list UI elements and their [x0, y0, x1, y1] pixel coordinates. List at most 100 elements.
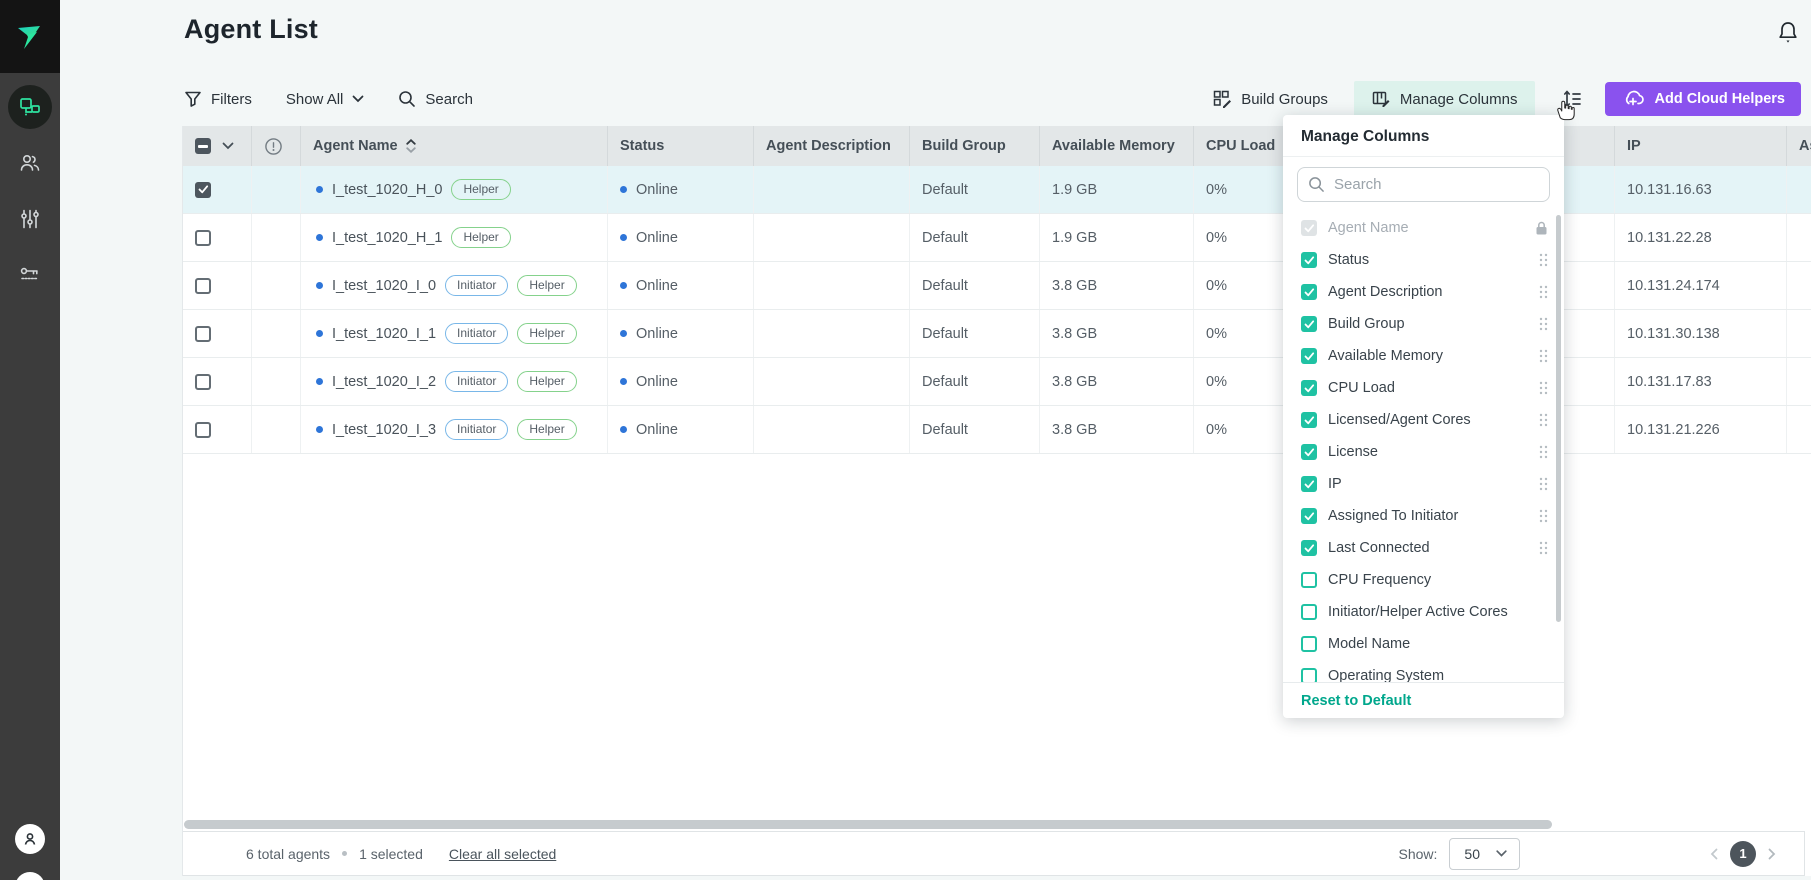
panel-search-box[interactable] [1297, 167, 1550, 202]
column-checkbox-checked[interactable] [1301, 540, 1317, 556]
filters-button[interactable]: Filters [184, 90, 252, 108]
column-checkbox-checked[interactable] [1301, 412, 1317, 428]
row-checkbox[interactable] [195, 422, 211, 438]
row-density-button[interactable] [1561, 88, 1583, 110]
column-checkbox-checked[interactable] [1301, 380, 1317, 396]
sidebar-item-agents[interactable] [8, 85, 52, 129]
add-cloud-helpers-button[interactable]: Add Cloud Helpers [1605, 82, 1801, 116]
row-checkbox[interactable] [195, 326, 211, 342]
group-text: Default [922, 326, 968, 342]
drag-handle-icon[interactable] [1539, 541, 1548, 555]
brand-logo[interactable] [0, 0, 60, 73]
check-icon [198, 185, 209, 194]
column-header-name[interactable]: Agent Name [301, 126, 608, 166]
secondary-avatar[interactable] [15, 872, 45, 880]
page-number-button[interactable]: 1 [1730, 841, 1756, 867]
drag-handle-icon[interactable] [1539, 317, 1548, 331]
table-row[interactable]: I_test_1020_I_1InitiatorHelperOnlineDefa… [183, 310, 1811, 358]
show-all-label: Show All [286, 91, 344, 108]
prev-page-button[interactable] [1710, 848, 1718, 860]
agent-name-text[interactable]: I_test_1020_H_1 [332, 230, 442, 246]
select-all-checkbox[interactable] [195, 138, 211, 154]
column-toggle-item[interactable]: License [1283, 436, 1564, 468]
item-trailing [1539, 509, 1548, 523]
column-toggle-item[interactable]: IP [1283, 468, 1564, 500]
clear-selected-link[interactable]: Clear all selected [449, 846, 556, 862]
drag-handle-icon[interactable] [1539, 381, 1548, 395]
filters-label: Filters [211, 91, 252, 108]
cell-alert [252, 214, 301, 261]
column-checkbox-unchecked[interactable] [1301, 572, 1317, 588]
reset-to-default-link[interactable]: Reset to Default [1301, 693, 1411, 709]
column-checkbox-unchecked[interactable] [1301, 604, 1317, 620]
cell-mem: 3.8 GB [1040, 310, 1194, 357]
table-row[interactable]: I_test_1020_I_3InitiatorHelperOnlineDefa… [183, 406, 1811, 454]
sidebar-item-settings[interactable] [8, 197, 52, 241]
cell-ip: 10.131.17.83 [1615, 358, 1787, 405]
cell-ip: 10.131.22.28 [1615, 214, 1787, 261]
column-toggle-item[interactable]: CPU Frequency [1283, 564, 1564, 596]
table-row[interactable]: I_test_1020_I_2InitiatorHelperOnlineDefa… [183, 358, 1811, 406]
column-toggle-item[interactable]: Build Group [1283, 308, 1564, 340]
agent-name-text[interactable]: I_test_1020_I_0 [332, 278, 436, 294]
page-size-select[interactable]: 50 [1449, 838, 1520, 870]
column-toggle-item[interactable]: Agent Name [1283, 212, 1564, 244]
group-text: Default [922, 182, 968, 198]
row-checkbox[interactable] [195, 230, 211, 246]
column-toggle-item[interactable]: Licensed/Agent Cores [1283, 404, 1564, 436]
sidebar-item-licenses[interactable] [8, 253, 52, 297]
panel-scrollbar-thumb[interactable] [1556, 215, 1561, 622]
column-toggle-item[interactable]: Agent Description [1283, 276, 1564, 308]
chevron-right-icon [1768, 848, 1776, 860]
column-checkbox-checked[interactable] [1301, 252, 1317, 268]
column-checkbox-unchecked[interactable] [1301, 636, 1317, 652]
row-checkbox[interactable] [195, 182, 211, 198]
build-groups-button[interactable]: Build Groups [1213, 90, 1328, 109]
column-checkbox-checked[interactable] [1301, 476, 1317, 492]
drag-handle-icon[interactable] [1539, 477, 1548, 491]
column-toggle-item[interactable]: Model Name [1283, 628, 1564, 660]
agent-name-text[interactable]: I_test_1020_I_1 [332, 326, 436, 342]
build-groups-icon [1213, 90, 1232, 109]
column-toggle-item[interactable]: Available Memory [1283, 340, 1564, 372]
horizontal-scrollbar[interactable] [184, 817, 1804, 831]
table-row[interactable]: I_test_1020_H_0HelperOnlineDefault1.9 GB… [183, 166, 1811, 214]
column-toggle-item[interactable]: Status [1283, 244, 1564, 276]
row-checkbox[interactable] [195, 278, 211, 294]
column-checkbox-unchecked[interactable] [1301, 668, 1317, 682]
drag-handle-icon[interactable] [1539, 285, 1548, 299]
horizontal-scrollbar-thumb[interactable] [184, 820, 1552, 829]
column-checkbox-checked[interactable] [1301, 508, 1317, 524]
column-toggle-item[interactable]: Operating System [1283, 660, 1564, 682]
panel-search-input[interactable] [1334, 176, 1539, 193]
sort-icon[interactable] [406, 139, 416, 153]
column-checkbox-checked[interactable] [1301, 284, 1317, 300]
column-toggle-item[interactable]: Assigned To Initiator [1283, 500, 1564, 532]
drag-handle-icon[interactable] [1539, 445, 1548, 459]
agent-name-text[interactable]: I_test_1020_H_0 [332, 182, 442, 198]
user-avatar[interactable] [15, 824, 45, 854]
column-checkbox-checked[interactable] [1301, 444, 1317, 460]
manage-columns-button[interactable]: Manage Columns [1354, 81, 1536, 117]
table-row[interactable]: I_test_1020_H_1HelperOnlineDefault1.9 GB… [183, 214, 1811, 262]
notifications-button[interactable] [1776, 20, 1800, 51]
search-button[interactable]: Search [398, 90, 473, 108]
drag-handle-icon[interactable] [1539, 509, 1548, 523]
drag-handle-icon[interactable] [1539, 349, 1548, 363]
column-checkbox-checked[interactable] [1301, 316, 1317, 332]
drag-handle-icon[interactable] [1539, 253, 1548, 267]
table-row[interactable]: I_test_1020_I_0InitiatorHelperOnlineDefa… [183, 262, 1811, 310]
agent-name-text[interactable]: I_test_1020_I_3 [332, 422, 436, 438]
column-toggle-item[interactable]: Initiator/Helper Active Cores [1283, 596, 1564, 628]
sidebar-item-users[interactable] [8, 141, 52, 185]
column-header-label: Build Group [922, 138, 1006, 154]
column-toggle-item[interactable]: CPU Load [1283, 372, 1564, 404]
drag-handle-icon[interactable] [1539, 413, 1548, 427]
column-checkbox-checked[interactable] [1301, 348, 1317, 364]
column-toggle-item[interactable]: Last Connected [1283, 532, 1564, 564]
next-page-button[interactable] [1768, 848, 1776, 860]
row-checkbox[interactable] [195, 374, 211, 390]
chevron-down-icon[interactable] [222, 142, 234, 150]
show-all-dropdown[interactable]: Show All [286, 91, 365, 108]
agent-name-text[interactable]: I_test_1020_I_2 [332, 374, 436, 390]
